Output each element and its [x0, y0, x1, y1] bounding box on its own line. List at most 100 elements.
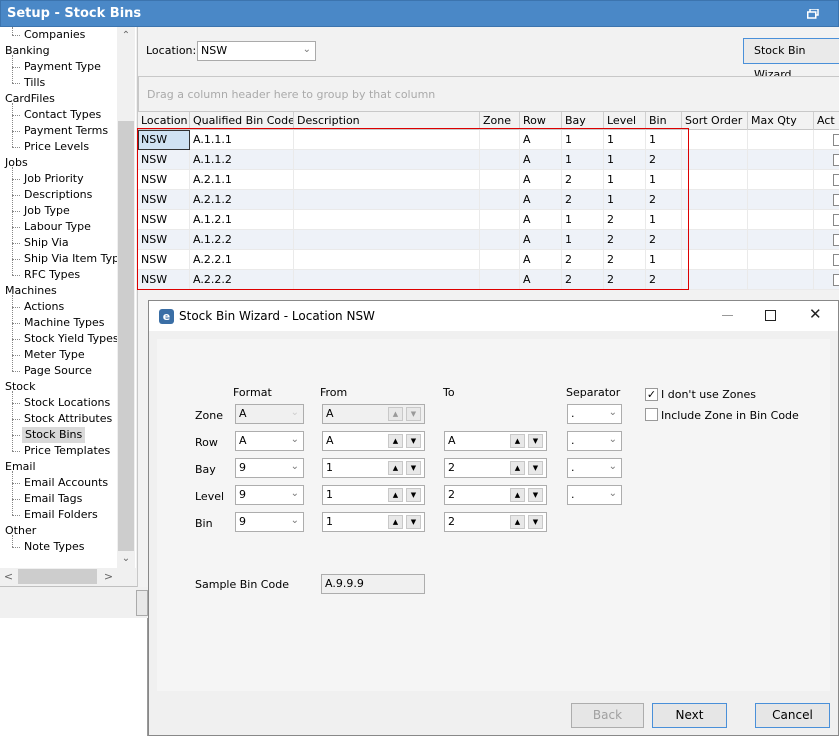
table-row[interactable]: NSW A.1.2.1 A 1 2 1: [138, 210, 839, 230]
table-cell[interactable]: [682, 210, 748, 230]
tree-item[interactable]: Job Priority: [24, 171, 84, 187]
table-cell[interactable]: 2: [604, 270, 646, 290]
table-cell[interactable]: 2: [646, 230, 682, 250]
active-checkbox[interactable]: [833, 274, 839, 286]
spin-up-icon[interactable]: ▲: [388, 461, 403, 475]
location-select[interactable]: NSW ⌄: [197, 41, 316, 61]
spin-up-icon[interactable]: ▲: [510, 434, 525, 448]
spin-up-icon[interactable]: ▲: [388, 434, 403, 448]
spin-up-icon[interactable]: ▲: [510, 461, 525, 475]
table-cell[interactable]: 2: [562, 270, 604, 290]
table-cell[interactable]: [748, 190, 814, 210]
table-cell[interactable]: 2: [646, 190, 682, 210]
spin-up-icon[interactable]: ▲: [388, 488, 403, 502]
table-row[interactable]: NSW A.2.2.1 A 2 2 1: [138, 250, 839, 270]
table-cell[interactable]: A: [520, 230, 562, 250]
tree-item[interactable]: Labour Type: [24, 219, 91, 235]
table-cell[interactable]: [682, 130, 748, 150]
table-cell[interactable]: 1: [562, 210, 604, 230]
table-cell[interactable]: [294, 210, 480, 230]
spin-down-icon[interactable]: ▼: [406, 488, 421, 502]
scroll-left-icon[interactable]: <: [0, 568, 17, 585]
format-select[interactable]: 9 ⌄: [235, 485, 304, 505]
format-select[interactable]: 9 ⌄: [235, 512, 304, 532]
from-spinner[interactable]: 1 ▲ ▼: [322, 512, 425, 532]
scroll-thumb[interactable]: [118, 121, 134, 551]
spin-down-icon[interactable]: ▼: [528, 461, 543, 475]
table-cell[interactable]: [682, 230, 748, 250]
maximize-icon[interactable]: [765, 310, 776, 321]
back-button[interactable]: Back: [571, 703, 644, 728]
tree-item[interactable]: RFC Types: [24, 267, 80, 283]
from-spinner[interactable]: 1 ▲ ▼: [322, 458, 425, 478]
table-cell[interactable]: [748, 210, 814, 230]
tree-vertical-scrollbar[interactable]: ⌃ ⌄: [117, 27, 135, 568]
format-select[interactable]: 9 ⌄: [235, 458, 304, 478]
table-cell[interactable]: A.1.2.1: [190, 210, 294, 230]
active-checkbox[interactable]: [833, 234, 839, 246]
table-cell[interactable]: [294, 190, 480, 210]
table-cell[interactable]: A.2.1.1: [190, 170, 294, 190]
restore-icon[interactable]: [807, 9, 819, 19]
table-cell[interactable]: [480, 190, 520, 210]
table-cell[interactable]: [748, 170, 814, 190]
table-cell[interactable]: 2: [562, 170, 604, 190]
separator-select[interactable]: . ⌄: [567, 458, 622, 478]
table-cell[interactable]: [748, 250, 814, 270]
spin-down-icon[interactable]: ▼: [406, 407, 421, 421]
stock-bin-wizard-button[interactable]: Stock Bin Wizard: [743, 38, 839, 81]
tree-item[interactable]: Stock Locations: [24, 395, 110, 411]
hidden-button[interactable]: [136, 590, 148, 616]
from-spinner[interactable]: 1 ▲ ▼: [322, 485, 425, 505]
table-cell[interactable]: A.1.1.2: [190, 150, 294, 170]
tree-item[interactable]: Stock Bins: [22, 427, 86, 443]
to-spinner[interactable]: 2 ▲ ▼: [444, 485, 547, 505]
table-cell[interactable]: A: [520, 130, 562, 150]
scroll-up-icon[interactable]: ⌃: [117, 27, 135, 44]
table-cell[interactable]: NSW: [138, 170, 190, 190]
minimize-icon[interactable]: [722, 315, 733, 316]
table-cell[interactable]: [294, 230, 480, 250]
spin-down-icon[interactable]: ▼: [406, 515, 421, 529]
tree-item[interactable]: Tills: [24, 75, 45, 91]
table-row[interactable]: NSW A.1.1.1 A 1 1 1: [138, 130, 839, 150]
format-select[interactable]: A ⌄: [235, 431, 304, 451]
table-cell[interactable]: [480, 230, 520, 250]
tree-group[interactable]: Jobs: [5, 155, 28, 171]
spin-down-icon[interactable]: ▼: [528, 515, 543, 529]
table-cell[interactable]: [682, 190, 748, 210]
table-cell[interactable]: [294, 150, 480, 170]
table-cell[interactable]: 1: [646, 210, 682, 230]
column-header[interactable]: Description: [294, 112, 480, 130]
table-cell[interactable]: [682, 250, 748, 270]
table-cell[interactable]: 1: [562, 230, 604, 250]
table-cell[interactable]: 1: [604, 190, 646, 210]
table-row[interactable]: NSW A.1.2.2 A 1 2 2: [138, 230, 839, 250]
column-header[interactable]: Max Qty: [748, 112, 814, 130]
tree-item[interactable]: Price Templates: [24, 443, 110, 459]
active-checkbox[interactable]: [833, 134, 839, 146]
table-cell[interactable]: 2: [562, 190, 604, 210]
column-header[interactable]: Location: [138, 112, 190, 130]
from-spinner[interactable]: A ▲ ▼: [322, 431, 425, 451]
table-cell[interactable]: A: [520, 170, 562, 190]
spin-up-icon[interactable]: ▲: [388, 407, 403, 421]
table-cell[interactable]: A.2.2.2: [190, 270, 294, 290]
column-header[interactable]: Level: [604, 112, 646, 130]
table-cell[interactable]: 1: [646, 170, 682, 190]
table-cell[interactable]: A: [520, 270, 562, 290]
tree-item[interactable]: Contact Types: [24, 107, 101, 123]
table-cell[interactable]: 2: [604, 210, 646, 230]
table-cell[interactable]: [480, 250, 520, 270]
table-cell[interactable]: NSW: [138, 250, 190, 270]
active-checkbox[interactable]: [833, 214, 839, 226]
tree-item[interactable]: Job Type: [24, 203, 70, 219]
active-checkbox[interactable]: [833, 194, 839, 206]
table-cell[interactable]: A.1.1.1: [190, 130, 294, 150]
table-cell[interactable]: [748, 230, 814, 250]
tree-item[interactable]: Stock Yield Types: [24, 331, 119, 347]
tree-item[interactable]: Email Accounts: [24, 475, 108, 491]
close-icon[interactable]: ✕: [809, 305, 822, 323]
separator-select[interactable]: . ⌄: [567, 431, 622, 451]
table-row[interactable]: NSW A.2.1.1 A 2 1 1: [138, 170, 839, 190]
